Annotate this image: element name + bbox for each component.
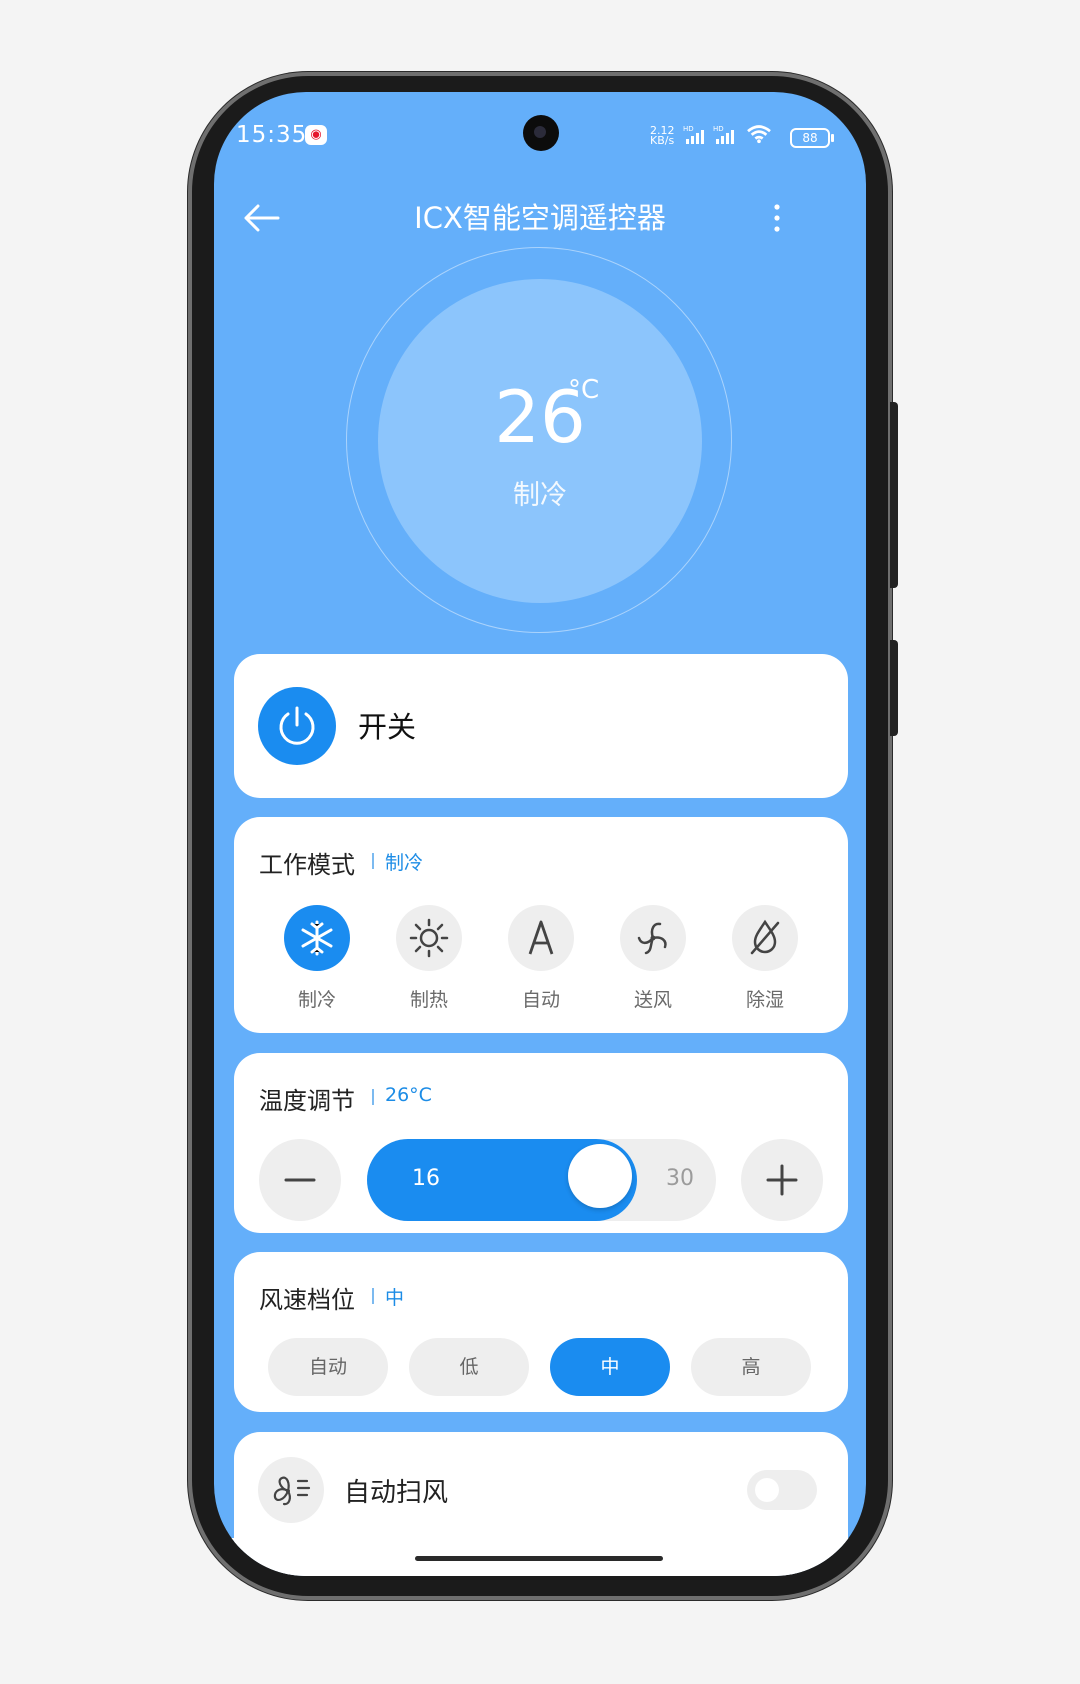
power-button[interactable] bbox=[258, 687, 336, 765]
swing-fan-icon bbox=[258, 1457, 324, 1523]
fan-speed-auto[interactable]: 自动 bbox=[268, 1338, 388, 1396]
minus-icon bbox=[284, 1178, 316, 1182]
swing-toggle[interactable] bbox=[747, 1470, 817, 1510]
fan-speed-card: 风速档位 中 自动 低 中 高 bbox=[234, 1252, 848, 1412]
mode-dehumidify[interactable]: 除湿 bbox=[732, 905, 798, 1012]
net-speed-unit: KB/s bbox=[650, 134, 675, 147]
temperature-title: 温度调节 bbox=[259, 1087, 355, 1115]
battery-indicator: 88 bbox=[790, 128, 834, 148]
temperature-dial: 26 °C 制冷 bbox=[378, 279, 702, 603]
swing-label: 自动扫风 bbox=[344, 1478, 449, 1508]
fan-speed-current: 中 bbox=[385, 1287, 405, 1309]
snowflake-icon bbox=[284, 905, 350, 971]
dial-temperature: 26 bbox=[494, 375, 586, 459]
mode-label: 制热 bbox=[409, 989, 448, 1011]
title-separator bbox=[372, 853, 374, 869]
sun-icon bbox=[396, 905, 462, 971]
auto-a-icon bbox=[508, 905, 574, 971]
temperature-slider-thumb[interactable] bbox=[568, 1144, 633, 1208]
status-time: 15:35 bbox=[236, 122, 308, 148]
status-bar: 15:35 ◉ 2.12 KB/s HD HD 88 bbox=[214, 92, 866, 172]
signal-icon: HD bbox=[683, 125, 704, 144]
slider-min-label: 16 bbox=[412, 1166, 440, 1191]
mode-heat[interactable]: 制热 bbox=[396, 905, 462, 1012]
power-card: 开关 bbox=[234, 654, 848, 798]
dehumidify-icon bbox=[732, 905, 798, 971]
weibo-icon: ◉ bbox=[305, 125, 327, 145]
fan-speed-low[interactable]: 低 bbox=[409, 1338, 529, 1396]
title-separator bbox=[372, 1089, 374, 1105]
volume-button bbox=[890, 402, 898, 588]
swing-toggle-knob bbox=[755, 1478, 779, 1502]
side-power-button bbox=[890, 640, 898, 736]
mode-cool[interactable]: 制冷 bbox=[284, 905, 350, 1012]
home-indicator[interactable] bbox=[415, 1556, 663, 1561]
temperature-card: 温度调节 26°C 16 30 bbox=[234, 1053, 848, 1233]
net-speed: 2.12 KB/s bbox=[650, 125, 680, 147]
work-mode-card: 工作模式 制冷 制冷 制热 自动 送风 除湿 bbox=[234, 817, 848, 1033]
front-camera bbox=[523, 115, 559, 151]
mode-label: 自动 bbox=[521, 989, 560, 1011]
mode-label: 送风 bbox=[633, 989, 672, 1011]
temperature-current: 26°C bbox=[385, 1084, 432, 1106]
fan-speed-medium[interactable]: 中 bbox=[550, 1338, 670, 1396]
work-mode-current: 制冷 bbox=[385, 852, 424, 874]
power-label: 开关 bbox=[358, 710, 417, 744]
wifi-icon bbox=[747, 125, 771, 144]
more-vertical-icon[interactable] bbox=[762, 202, 792, 234]
plus-icon bbox=[766, 1164, 798, 1196]
power-icon bbox=[279, 706, 315, 745]
mode-fan[interactable]: 送风 bbox=[620, 905, 686, 1012]
mode-label: 除湿 bbox=[745, 989, 784, 1011]
dial-unit: °C bbox=[568, 375, 600, 405]
app-screen: 15:35 ◉ 2.12 KB/s HD HD 88 ICX智能空调遥控器 26… bbox=[214, 92, 866, 1576]
temperature-decrease-button[interactable] bbox=[259, 1139, 341, 1221]
work-mode-title: 工作模式 bbox=[259, 851, 355, 879]
signal-icon-2: HD bbox=[713, 125, 734, 144]
fan-speed-high[interactable]: 高 bbox=[691, 1338, 811, 1396]
fan-speed-title: 风速档位 bbox=[259, 1286, 355, 1314]
temperature-increase-button[interactable] bbox=[741, 1139, 823, 1221]
fan-icon bbox=[620, 905, 686, 971]
signal-hd-tag: HD bbox=[683, 125, 694, 133]
signal-hd-tag-2: HD bbox=[713, 125, 724, 133]
dial-mode: 制冷 bbox=[513, 480, 567, 511]
slider-max-label: 30 bbox=[666, 1166, 694, 1191]
app-header: ICX智能空调遥控器 bbox=[214, 188, 866, 248]
mode-label: 制冷 bbox=[297, 989, 336, 1011]
back-arrow-icon[interactable] bbox=[242, 202, 282, 234]
mode-auto[interactable]: 自动 bbox=[508, 905, 574, 1012]
title-separator bbox=[372, 1288, 374, 1304]
